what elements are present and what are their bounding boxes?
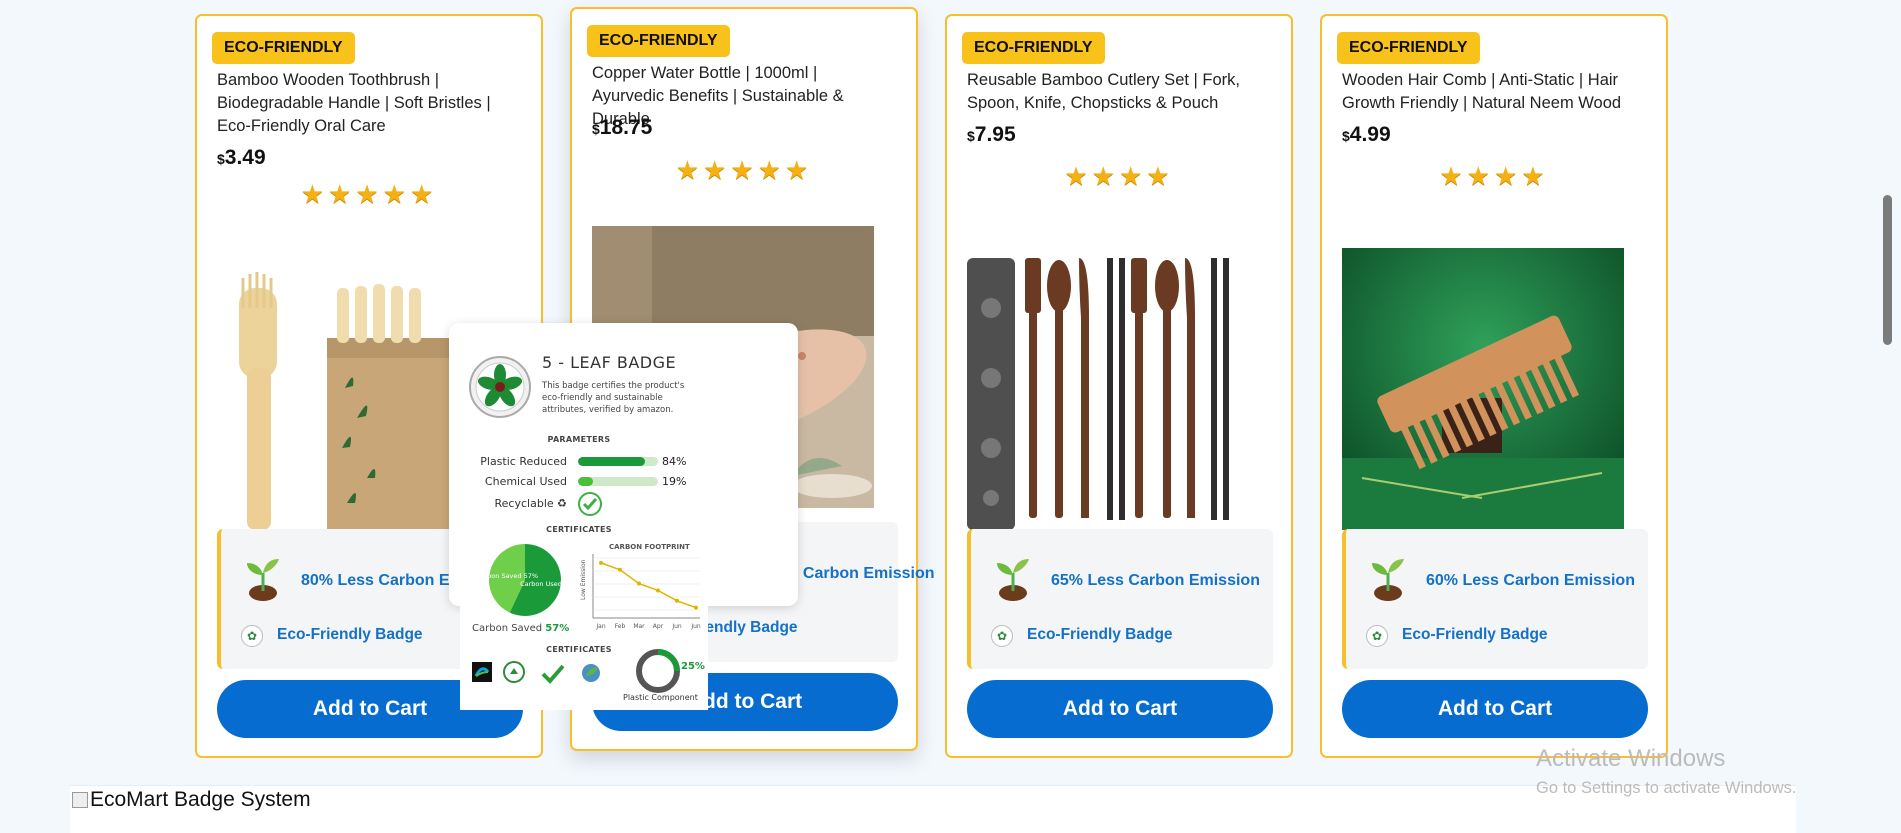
sprout-icon (997, 559, 1029, 601)
pie-label-saved: Carbon Saved 57% (485, 572, 538, 580)
leaf-badge-icon[interactable]: ✿ (1366, 625, 1388, 647)
plastic-component-donut (636, 649, 680, 693)
param-bar (578, 477, 658, 486)
param-label: Chemical Used (484, 475, 567, 488)
footprint-ylabel: Low Emission (580, 559, 587, 600)
footprint-point (656, 588, 660, 593)
rating-stars: ★★★★ (1064, 161, 1174, 191)
leaf-badge-icon[interactable]: ✿ (991, 625, 1013, 647)
page-scrollbar-thumb[interactable] (1883, 195, 1892, 345)
sprout-icon (1372, 559, 1404, 601)
leaf-badge-emblem-icon (469, 356, 531, 418)
popup-title: 5 - LEAF BADGE (542, 353, 677, 372)
eco-friendly-tag: ECO-FRIENDLY (587, 25, 730, 57)
eco-badge-link[interactable]: Eco-Friendly Badge (1402, 626, 1548, 644)
footprint-month-label: Jun (690, 623, 701, 630)
globe-leaf-cert-icon (582, 664, 600, 682)
add-to-cart-button[interactable]: Add to Cart (1342, 680, 1648, 738)
product-price: $4.99 (1342, 123, 1391, 146)
product-image-comb[interactable] (1342, 248, 1624, 530)
certificates-heading: CERTIFICATES (546, 525, 612, 534)
footprint-month-label: Jan (595, 623, 605, 630)
product-card: ECO-FRIENDLY Wooden Hair Comb | Anti-Sta… (1320, 14, 1668, 758)
sprout-icon (247, 559, 279, 601)
footprint-title: CARBON FOOTPRINT (609, 543, 690, 551)
eco-info-panel: 65% Less Carbon Emission ✿ Eco-Friendly … (967, 529, 1273, 669)
plastic-component-label: Plastic Component (623, 693, 698, 702)
footprint-point (618, 567, 622, 572)
product-card: ECO-FRIENDLY Reusable Bamboo Cutlery Set… (945, 14, 1293, 758)
leaf-badge-infographic: 5 - LEAF BADGE This badge certifies the … (460, 340, 708, 710)
product-price: $18.75 (592, 116, 653, 139)
carbon-pie-chart: Carbon Saved 57%Carbon Used (485, 544, 562, 616)
carbon-emission-text: 65% Less Carbon Emission (1051, 572, 1260, 589)
check-icon (578, 492, 602, 516)
badge-system-image: EcoMart Badge System (72, 788, 311, 812)
footprint-month-label: Mar (633, 623, 645, 630)
rating-stars: ★★★★★ (300, 179, 438, 209)
parameters-heading: PARAMETERS (547, 435, 611, 444)
eco-friendly-tag: ECO-FRIENDLY (962, 32, 1105, 64)
plastic-component-value: 25% (681, 661, 705, 672)
broken-image-icon (72, 792, 88, 808)
add-to-cart-button[interactable]: Add to Cart (967, 680, 1273, 738)
footprint-point (599, 560, 603, 565)
fairtrade-icon (472, 662, 492, 682)
checkmark-cert-icon (541, 664, 565, 684)
rating-stars: ★★★★★ (675, 155, 813, 185)
product-image-cutlery[interactable] (967, 248, 1249, 530)
product-title[interactable]: Bamboo Wooden Toothbrush | Biodegradable… (217, 69, 507, 138)
footprint-month-label: Jun (671, 623, 682, 630)
param-value: 84% (662, 455, 687, 468)
product-title[interactable]: Wooden Hair Comb | Anti-Static | Hair Gr… (1342, 69, 1632, 115)
carbon-emission-text: 60% Less Carbon Emission (1426, 572, 1635, 589)
eco-info-panel: 60% Less Carbon Emission ✿ Eco-Friendly … (1342, 529, 1648, 669)
product-title[interactable]: Reusable Bamboo Cutlery Set | Fork, Spoo… (967, 69, 1257, 115)
footprint-month-label: Feb (615, 623, 626, 630)
pie-label-used: Carbon Used (520, 580, 562, 588)
windows-activation-watermark: Activate Windows Go to Settings to activ… (1536, 745, 1797, 797)
footprint-point (675, 598, 679, 603)
leaf-badge-icon[interactable]: ✿ (241, 625, 263, 647)
product-price: $7.95 (967, 123, 1016, 146)
recyclable-label: Recyclable ♻ (494, 497, 567, 510)
eco-friendly-tag: ECO-FRIENDLY (212, 32, 355, 64)
rating-stars: ★★★★ (1439, 161, 1549, 191)
carbon-saved-caption: Carbon Saved 57% (472, 623, 570, 634)
footprint-point (694, 605, 698, 610)
footprint-point (637, 581, 641, 586)
param-bar (578, 457, 658, 466)
eco-badge-link[interactable]: Eco-Friendly Badge (1027, 626, 1173, 644)
popup-description: This badge certifies the product's eco-f… (542, 381, 685, 415)
recycle-cert-icon (503, 661, 525, 683)
footprint-month-label: Apr (653, 623, 664, 630)
param-label: Plastic Reduced (480, 455, 567, 468)
carbon-footprint-chart: CARBON FOOTPRINT Low Emission Jan Feb Mar Apr… (580, 543, 701, 630)
product-price: $3.49 (217, 146, 266, 169)
footprint-line (600, 562, 697, 609)
eco-friendly-tag: ECO-FRIENDLY (1337, 32, 1480, 64)
param-value: 19% (662, 475, 687, 488)
eco-badge-link[interactable]: Eco-Friendly Badge (277, 626, 423, 644)
